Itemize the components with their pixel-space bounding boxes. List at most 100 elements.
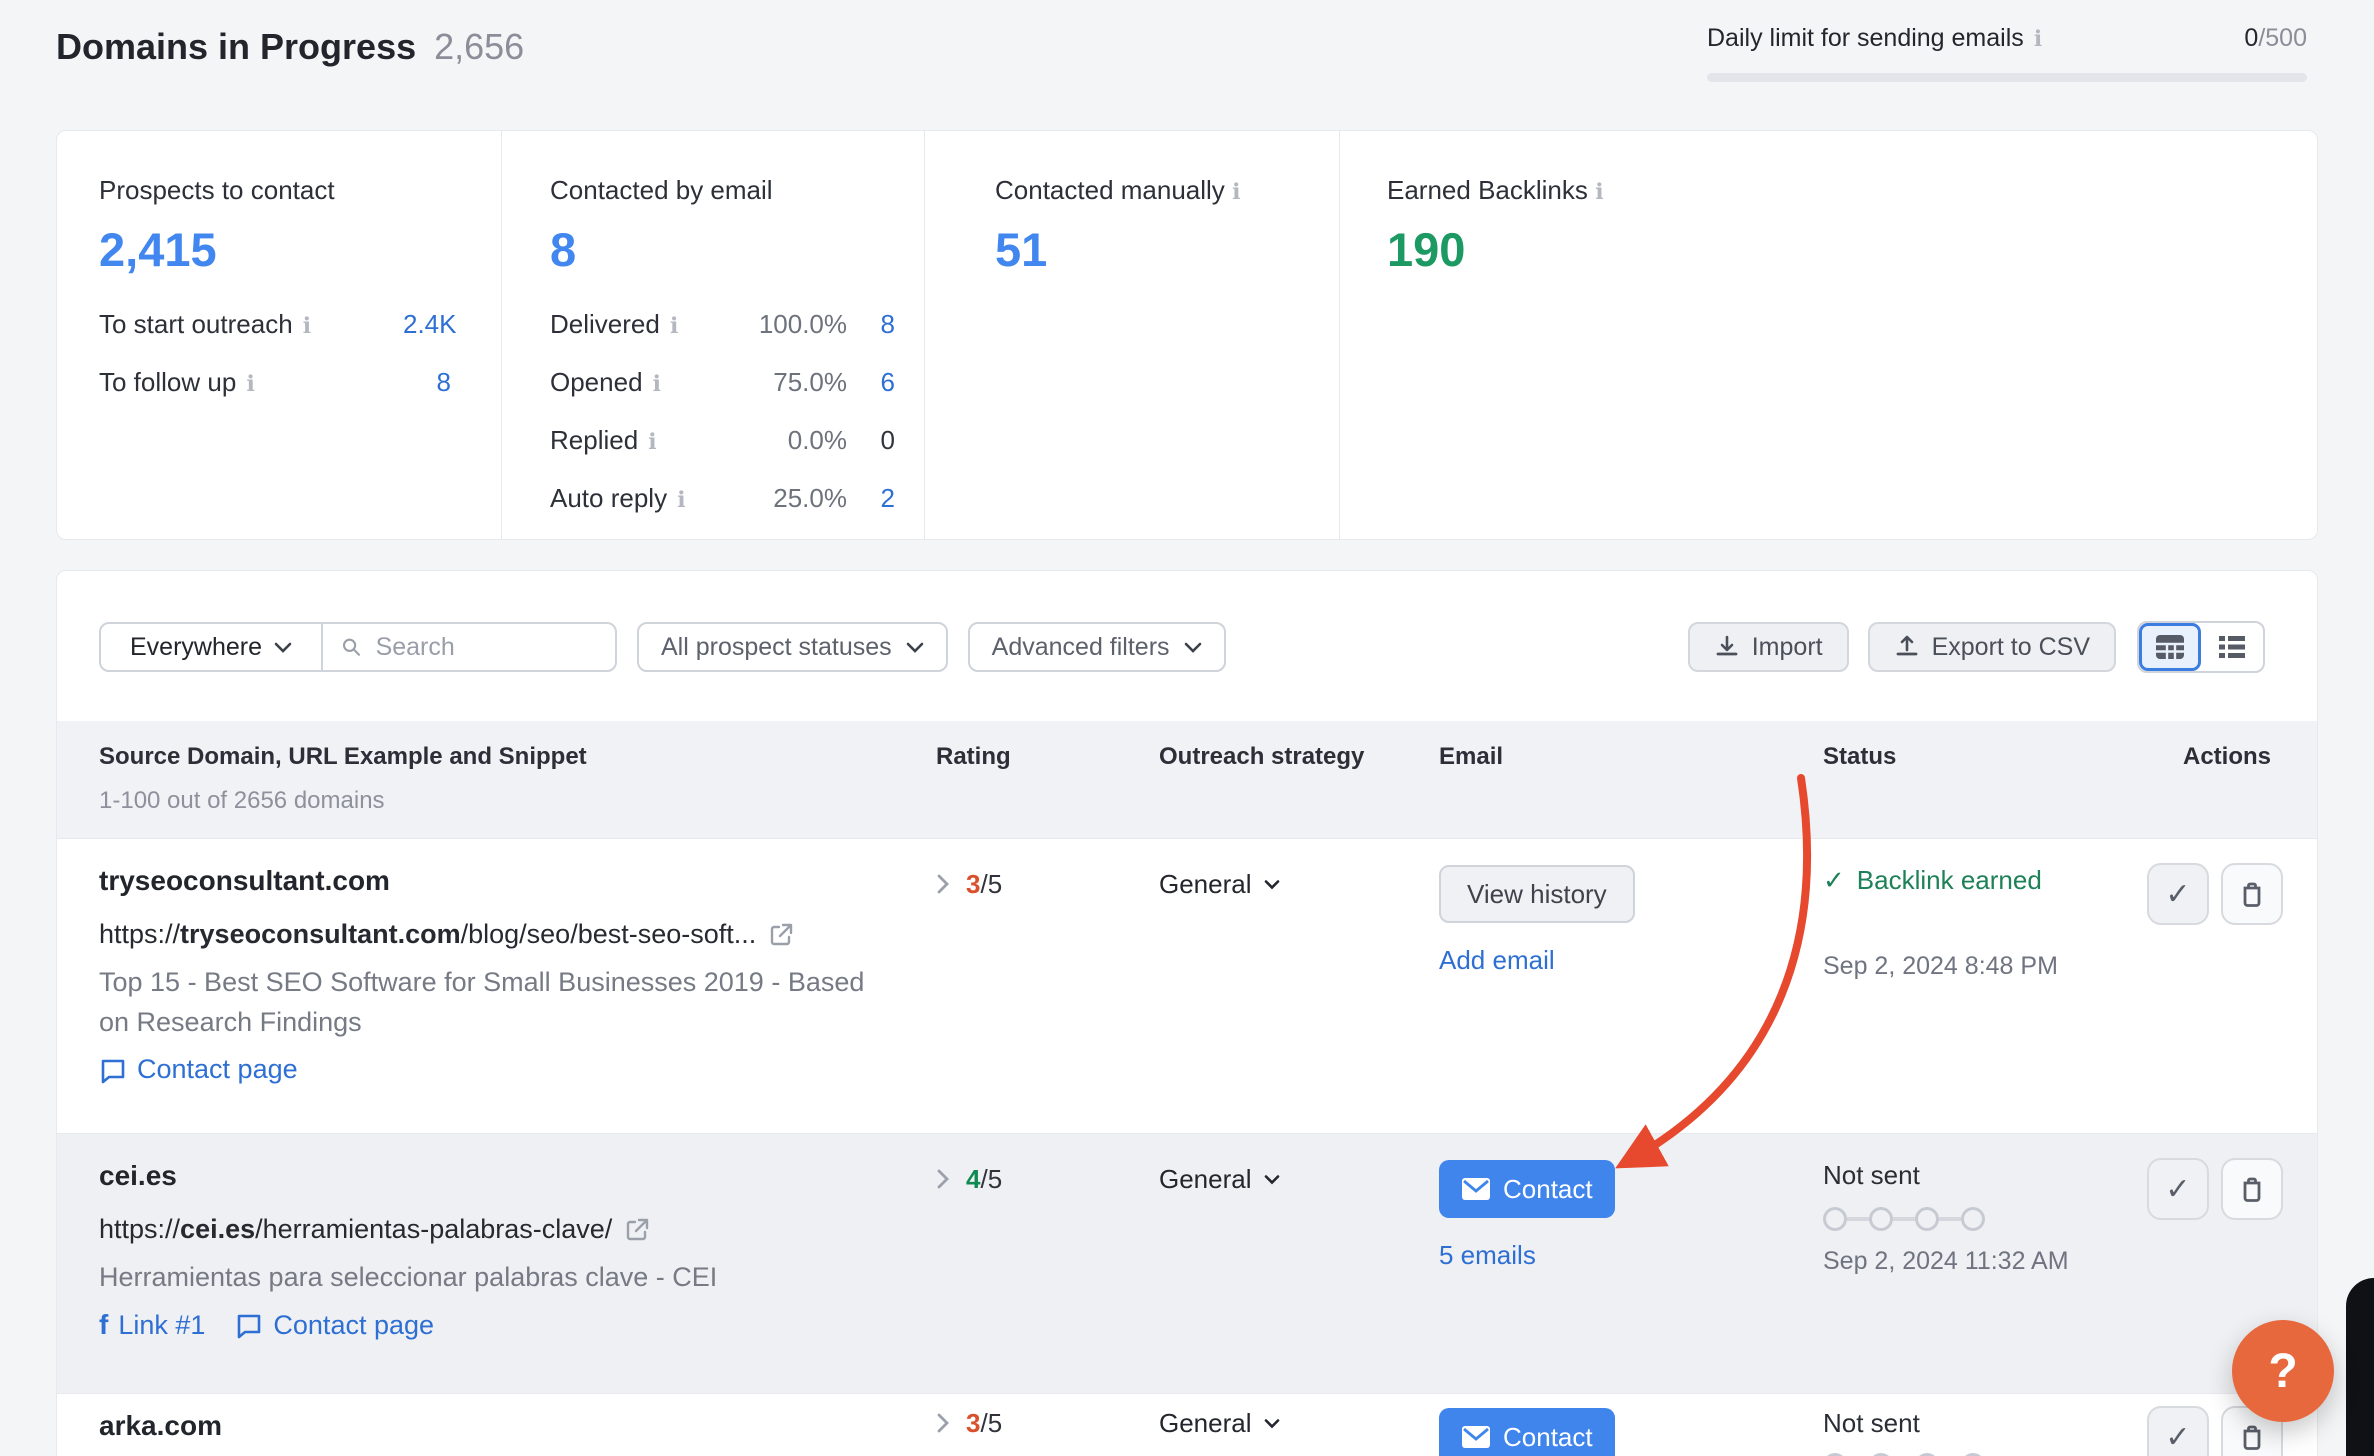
external-link-icon[interactable] [624,1217,650,1243]
info-icon[interactable]: ℹ [1595,179,1603,204]
mark-done-button[interactable]: ✓ [2147,1158,2209,1220]
info-icon[interactable]: ℹ [648,425,656,459]
strategy-label: General [1159,1164,1252,1195]
info-icon[interactable]: ℹ [2034,26,2042,52]
help-button[interactable]: ? [2232,1320,2334,1422]
link-building-tool-page: Domains in Progress 2,656 Daily limit fo… [0,0,2374,1456]
search-control: Everywhere [99,622,617,672]
search-input[interactable] [374,632,597,663]
col-strategy-header: Outreach strategy [1159,743,1439,838]
info-icon[interactable]: ℹ [670,309,678,343]
question-icon: ? [2268,1344,2297,1399]
screen-corner-overlay [2346,1278,2374,1456]
rating-max: /5 [980,1408,1002,1438]
delete-button[interactable] [2221,1158,2283,1220]
chevron-down-icon [1264,1418,1280,1429]
contact-button-label: Contact [1503,1174,1593,1205]
info-icon[interactable]: ℹ [653,367,661,401]
contact-button[interactable]: Contact [1439,1408,1615,1456]
col-status-header: Status [1823,743,2141,838]
domain-name: cei.es [99,1160,936,1192]
daily-limit-value: 0/500 [2244,24,2307,53]
import-button[interactable]: Import [1688,622,1849,672]
chevron-right-icon[interactable] [936,1412,950,1434]
contact-page-link[interactable]: Contact page [99,1054,298,1085]
status-label: Backlink earned [1857,865,2042,896]
mark-done-button[interactable]: ✓ [2147,1406,2209,1456]
external-link-icon[interactable] [768,922,794,948]
stat-contacted-by-email: Contacted by email 8 Deliveredℹ 100.0% 8… [501,131,924,539]
page-header: Domains in Progress 2,656 [56,26,524,68]
facebook-link-1[interactable]: f Link #1 [99,1309,205,1341]
step-connector [1893,1217,1915,1221]
export-csv-label: Export to CSV [1932,633,2090,662]
subrow-label: Auto reply [550,481,667,515]
col-email-header: Email [1439,743,1823,838]
stat-label: Prospects to contact [99,175,501,206]
list-view-button[interactable] [2201,623,2263,671]
send-progress-steps [1823,1207,2141,1231]
search-scope-dropdown[interactable]: Everywhere [101,624,323,670]
auto-reply-count-link[interactable]: 2 [847,481,895,515]
url-text: https://tryseoconsultant.com/blog/seo/be… [99,919,756,950]
subrow-percent: 0.0% [732,423,847,457]
step-dot [1961,1207,1985,1231]
info-icon[interactable]: ℹ [303,309,311,343]
table-pagination-meta: 1-100 out of 2656 domains [99,787,936,815]
subrow-percent: 100.0% [732,307,847,341]
view-history-button[interactable]: View history [1439,865,1635,923]
daily-limit-widget: Daily limit for sending emails ℹ 0/500 [1707,24,2307,82]
chat-bubble-icon [99,1056,127,1084]
export-csv-button[interactable]: Export to CSV [1868,622,2116,672]
col-rating-header: Rating [936,743,1159,838]
step-connector [1939,1217,1961,1221]
subrow-label: To start outreach [99,307,293,341]
search-icon [341,635,362,659]
subrow-label: Opened [550,365,643,399]
info-icon[interactable]: ℹ [1232,179,1240,204]
opened-count-link[interactable]: 6 [847,365,895,399]
trash-icon [2239,880,2265,908]
contact-page-link[interactable]: Contact page [235,1310,434,1341]
check-icon: ✓ [1823,865,1845,896]
subrow-percent: 75.0% [732,365,847,399]
mark-done-button[interactable]: ✓ [2147,863,2209,925]
download-icon [1714,634,1740,660]
contact-button[interactable]: Contact [1439,1160,1615,1218]
advanced-filters-dropdown[interactable]: Advanced filters [968,622,1226,672]
stat-label: Earned Backlinks ℹ [1387,175,2317,206]
emails-count-link[interactable]: 5 emails [1439,1240,1823,1271]
outreach-strategy-dropdown[interactable]: General [1159,869,1280,900]
add-email-link[interactable]: Add email [1439,945,1823,976]
info-icon[interactable]: ℹ [246,367,254,401]
stat-value: 51 [995,222,1339,277]
to-start-outreach-link[interactable]: 2.4K [403,307,451,341]
outreach-strategy-dropdown[interactable]: General [1159,1408,1280,1439]
table-view-button[interactable] [2139,623,2201,671]
delete-button[interactable] [2221,863,2283,925]
stat-label: Contacted by email [550,175,924,206]
table-view-icon [2154,633,2186,661]
domains-count: 2,656 [434,26,524,68]
rating-max: /5 [980,1164,1002,1194]
step-connector [1847,1217,1869,1221]
rating-number: 4 [966,1164,980,1194]
url-text: https://cei.es/herramientas-palabras-cla… [99,1214,612,1245]
contact-page-label: Contact page [273,1310,434,1341]
rating-value: 4/5 [966,1164,1002,1195]
prospect-status-filter[interactable]: All prospect statuses [637,622,948,672]
delivered-count-link[interactable]: 8 [847,307,895,341]
chevron-right-icon[interactable] [936,1168,950,1190]
url-domain: cei.es [180,1214,255,1244]
to-follow-up-link[interactable]: 8 [403,365,451,399]
info-icon[interactable]: ℹ [677,483,685,517]
view-mode-toggle [2137,621,2265,673]
stat-label-text: Contacted manually [995,175,1225,205]
outreach-strategy-dropdown[interactable]: General [1159,1164,1280,1195]
contact-page-label: Contact page [137,1054,298,1085]
chevron-right-icon[interactable] [936,873,950,895]
step-dot [1869,1207,1893,1231]
stat-prospects: Prospects to contact 2,415 To start outr… [57,131,501,539]
envelope-icon [1461,1425,1491,1449]
stat-subrow: To follow upℹ 8 [99,365,451,401]
